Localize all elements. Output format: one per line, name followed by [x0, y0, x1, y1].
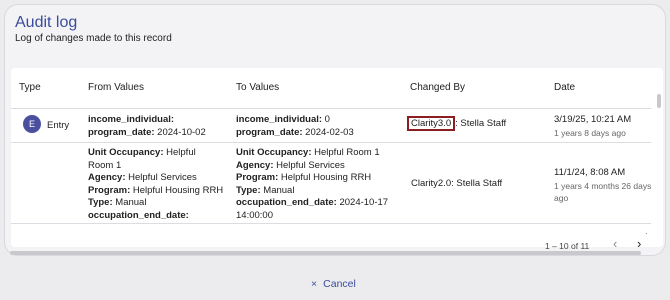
row-to-values: income_individual: 0 program_date: 2024-… [236, 114, 354, 138]
header-divider [11, 108, 651, 109]
horizontal-scrollbar[interactable] [10, 251, 641, 255]
row-date: 3/19/25, 10:21 AM 1 years 8 days ago [554, 114, 632, 138]
column-header-to-values[interactable]: To Values [236, 82, 279, 93]
changed-by-version-highlight: Clarity3.0 [407, 116, 456, 131]
dialog-subtitle: Log of changes made to this record [15, 33, 172, 44]
cancel-button[interactable]: × Cancel [311, 278, 356, 290]
next-page-icon[interactable]: › [637, 236, 641, 251]
column-header-date[interactable]: Date [554, 82, 575, 93]
previous-page-icon[interactable]: ‹ [613, 236, 617, 251]
column-header-changed-by[interactable]: Changed By [410, 82, 465, 93]
row-date: 11/1/24, 8:08 AM 1 years 4 months 26 day… [554, 167, 652, 203]
cancel-label: Cancel [323, 278, 356, 290]
row-from-values: Unit Occupancy: Helpful Room 1 Agency: H… [88, 147, 224, 221]
row-type: Entry [47, 120, 70, 131]
scroll-indicator: · [645, 229, 648, 238]
column-header-type[interactable]: Type [19, 82, 41, 93]
row-divider [11, 223, 651, 224]
row-changed-by: Clarity2.0: Stella Staff [411, 178, 503, 189]
avatar: E [23, 115, 41, 133]
column-header-from-values[interactable]: From Values [88, 82, 144, 93]
row-from-values: income_individual: program_date: 2024-10… [88, 114, 206, 138]
pagination-range: 1 – 10 of 11 [545, 241, 590, 251]
close-icon: × [311, 278, 318, 290]
row-divider [11, 142, 651, 143]
audit-table: Type From Values To Values Changed By Da… [11, 68, 663, 247]
audit-log-dialog: Audit log Log of changes made to this re… [4, 4, 666, 256]
dialog-title: Audit log [15, 14, 78, 31]
row-to-values: Unit Occupancy: Helpful Room 1 Agency: H… [236, 147, 389, 221]
row-changed-by: Clarity3.0: Stella Staff [407, 116, 506, 131]
vertical-scrollbar[interactable] [657, 94, 661, 108]
